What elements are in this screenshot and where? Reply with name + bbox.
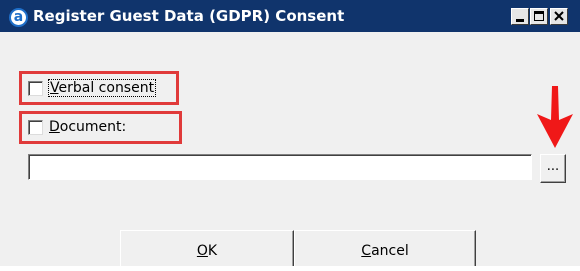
browse-button[interactable]: ... — [540, 154, 566, 183]
access-key-letter: O — [196, 243, 208, 259]
verbal-consent-checkbox[interactable] — [28, 81, 43, 96]
minimize-icon — [516, 19, 524, 22]
ok-button[interactable]: OK — [120, 230, 294, 266]
close-button[interactable] — [550, 8, 568, 25]
minimize-button[interactable] — [511, 8, 529, 25]
access-key-letter: V — [50, 80, 59, 96]
close-icon — [554, 11, 564, 21]
app-logo-icon: a — [9, 8, 28, 27]
focus-rectangle: Verbal consent — [48, 79, 157, 97]
document-label[interactable]: Document: — [49, 119, 126, 136]
title-bar[interactable]: a Register Guest Data (GDPR) Consent — [0, 0, 580, 32]
document-path-input[interactable] — [28, 154, 532, 180]
document-checkbox[interactable] — [28, 120, 43, 135]
maximize-button[interactable] — [530, 8, 548, 25]
access-key-letter: C — [361, 243, 372, 259]
arrow-down-icon — [537, 86, 573, 148]
access-key-letter: D — [49, 119, 60, 135]
verbal-consent-label[interactable]: Verbal consent — [48, 79, 157, 97]
ok-button-label: OK — [196, 243, 218, 259]
window-title: Register Guest Data (GDPR) Consent — [33, 7, 345, 25]
cancel-button[interactable]: Cancel — [294, 230, 476, 266]
gdpr-consent-dialog: a Register Guest Data (GDPR) Consent Ver… — [0, 0, 580, 266]
cancel-button-label: Cancel — [361, 243, 409, 259]
maximize-icon — [534, 11, 544, 21]
verbal-consent-text: Verbal consent — [50, 80, 155, 96]
document-text: Document: — [49, 119, 127, 135]
